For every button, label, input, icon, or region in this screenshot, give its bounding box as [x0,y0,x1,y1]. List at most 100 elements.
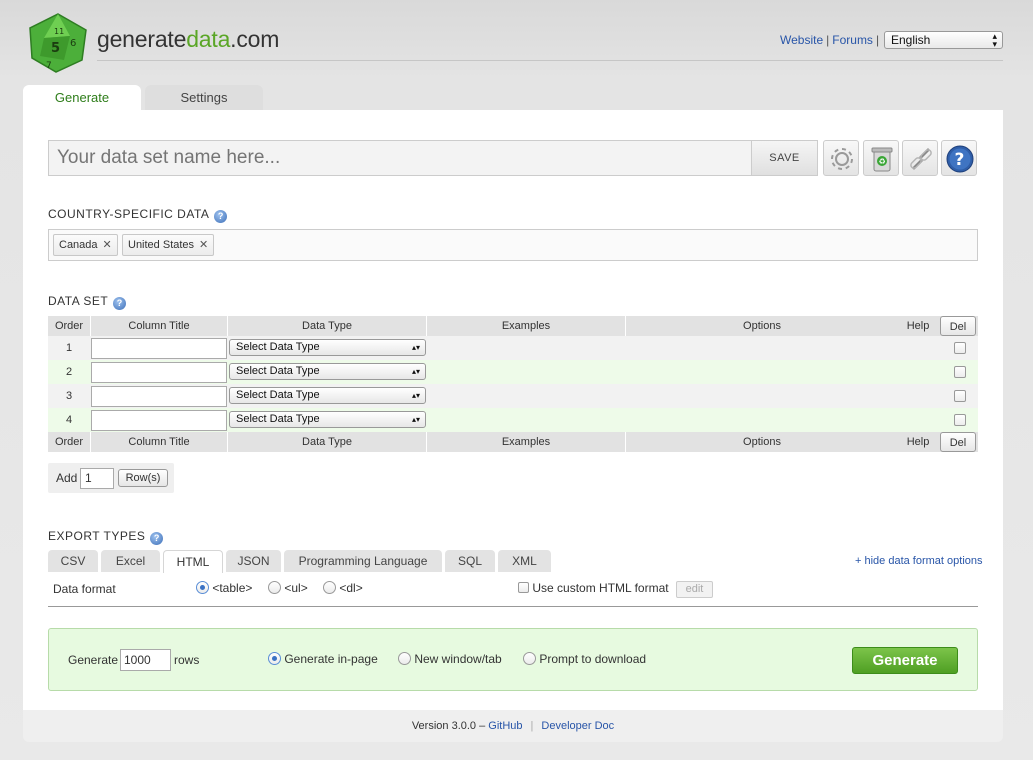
remove-icon[interactable]: ✕ [103,239,112,251]
radio-icon[interactable] [268,581,281,594]
export-heading: EXPORT TYPES? [48,529,164,545]
website-link[interactable]: Website [780,33,823,47]
generate-button[interactable]: Generate [852,647,958,674]
tab-excel[interactable]: Excel [101,550,160,572]
add-label: Add [56,471,78,485]
format-option-table[interactable]: <table> [196,581,252,595]
tab-programming-language[interactable]: Programming Language [284,550,442,572]
edit-button[interactable]: edit [676,581,713,598]
data-format-label: Data format [53,582,116,596]
radio-selected-icon[interactable] [196,581,209,594]
country-heading: COUNTRY-SPECIFIC DATA? [48,207,228,223]
svg-text:7: 7 [46,61,52,71]
help-button[interactable]: ? [941,140,977,176]
table-row: 1 Select Data Type ▴▾ [48,336,978,360]
column-title-input[interactable] [91,386,227,407]
rows-count-input[interactable]: 1000 [120,649,171,671]
col-options: Options [743,436,781,448]
country-chip: United States ✕ [122,234,215,256]
radio-icon[interactable] [398,652,411,665]
col-data-type: Data Type [302,320,352,332]
dataset-table-header: Order Column Title Data Type Examples Op… [48,316,978,336]
add-rows-count-input[interactable]: 1 [80,468,114,489]
remove-icon[interactable]: ✕ [199,239,208,251]
data-type-select[interactable]: Select Data Type ▴▾ [229,363,426,380]
format-option-ul[interactable]: <ul> [268,581,308,595]
radio-selected-icon[interactable] [268,652,281,665]
col-help: Help [906,436,930,448]
footer: Version 3.0.0 – GitHub | Developer Doc [23,710,1003,742]
generate-panel: Generate 1000 rows Generate in-page New … [48,628,978,691]
col-title: Column Title [128,320,190,332]
col-examples: Examples [501,320,551,332]
save-button[interactable]: SAVE [751,140,818,176]
option-download[interactable]: Prompt to download [523,652,646,666]
tab-json[interactable]: JSON [226,550,281,572]
link-button[interactable] [902,140,938,176]
tab-xml[interactable]: XML [498,550,551,572]
select-arrows-icon: ▴ ▾ [992,31,997,49]
country-chip: Canada ✕ [53,234,118,256]
settings-button[interactable] [823,140,859,176]
header-divider [97,60,1003,61]
help-icon[interactable]: ? [214,210,228,223]
svg-text:11: 11 [54,27,64,36]
radio-icon[interactable] [523,652,536,665]
help-icon[interactable]: ? [150,532,164,545]
option-new-window[interactable]: New window/tab [398,652,502,666]
svg-text:♻: ♻ [879,157,886,166]
checkbox-icon[interactable] [518,582,529,593]
question-mark-icon: ? [946,145,974,173]
delete-row-checkbox[interactable] [954,342,966,354]
table-row: 4 Select Data Type ▴▾ [48,408,978,432]
col-options: Options [743,320,781,332]
svg-text:?: ? [955,150,965,170]
forums-link[interactable]: Forums [832,33,873,47]
option-in-page[interactable]: Generate in-page [268,652,378,666]
country-select-box[interactable]: Canada ✕ United States ✕ [48,229,978,261]
data-type-select[interactable]: Select Data Type ▴▾ [229,387,426,404]
delete-row-checkbox[interactable] [954,366,966,378]
delete-button[interactable]: ♻ [863,140,899,176]
hide-format-options-link[interactable]: + hide data format options [855,555,983,567]
tab-settings[interactable]: Settings [145,85,263,111]
column-title-input[interactable] [91,410,227,431]
col-order: Order [54,436,84,448]
delete-row-checkbox[interactable] [954,414,966,426]
tab-csv[interactable]: CSV [48,550,98,572]
tab-generate[interactable]: Generate [23,85,141,111]
help-icon[interactable]: ? [113,297,127,310]
table-row: 3 Select Data Type ▴▾ [48,384,978,408]
tab-sql[interactable]: SQL [445,550,495,572]
delete-rows-button[interactable]: Del [940,432,976,452]
delete-rows-button[interactable]: Del [940,316,976,336]
github-link[interactable]: GitHub [488,720,522,732]
svg-text:5: 5 [51,41,60,56]
radio-icon[interactable] [323,581,336,594]
developer-doc-link[interactable]: Developer Doc [541,720,614,732]
version-text: Version 3.0.0 – [411,720,489,732]
format-option-dl[interactable]: <dl> [323,581,363,595]
gear-icon [831,148,853,170]
dataset-table-footer: Order Column Title Data Type Examples Op… [48,432,978,452]
site-logo-text[interactable]: generatedata.com [97,26,279,53]
language-select[interactable]: English ▴ ▾ [884,31,1003,49]
data-type-select[interactable]: Select Data Type ▴▾ [229,339,426,356]
data-type-select[interactable]: Select Data Type ▴▾ [229,411,426,428]
table-row: 2 Select Data Type ▴▾ [48,360,978,384]
column-title-input[interactable] [91,338,227,359]
chain-link-icon [910,148,932,170]
add-rows-button[interactable]: Row(s) [118,469,168,487]
top-links: Website | Forums | [780,33,880,47]
recycle-bin-icon: ♻ [871,147,893,172]
add-rows-box: Add 1 Row(s) [48,463,174,493]
tab-html[interactable]: HTML [163,550,223,573]
rows-label: rows [174,653,200,667]
generate-label: Generate [68,653,119,667]
data-format-row: Data format <table> <ul> <dl> Use custom… [48,573,978,607]
delete-row-checkbox[interactable] [954,390,966,402]
col-examples: Examples [501,436,551,448]
column-title-input[interactable] [91,362,227,383]
dataset-name-input[interactable] [48,140,752,176]
custom-format-option[interactable]: Use custom HTML format [518,581,669,595]
